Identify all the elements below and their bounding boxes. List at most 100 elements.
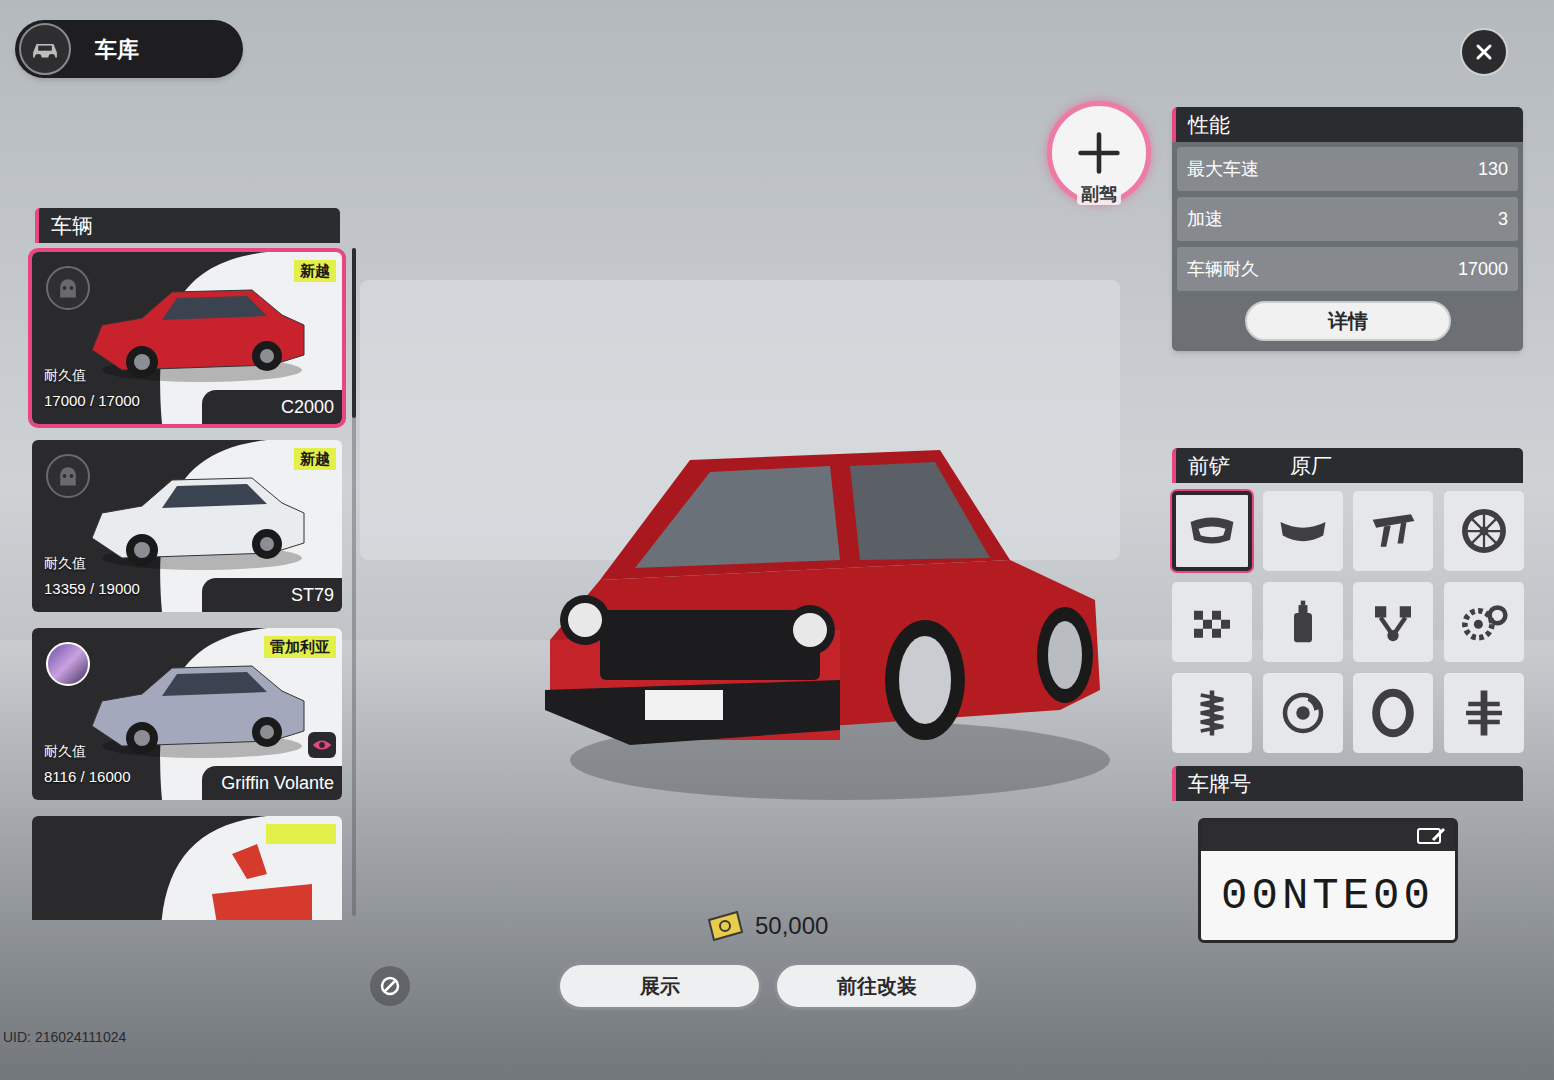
parts-title: 前铲 (1188, 450, 1230, 482)
vehicle-name-strip: Griffin Volante (202, 766, 342, 800)
vehicle-list-scrollbar[interactable] (352, 248, 356, 916)
part-slot[interactable] (1444, 491, 1524, 571)
stat-row: 最大车速 130 (1177, 147, 1518, 191)
vehicle-name-strip: ST79 (202, 578, 342, 612)
plate-top-strip (1201, 821, 1455, 851)
drivetrain-icon (1457, 686, 1511, 740)
vehicle-panel-header: 车辆 (35, 208, 340, 243)
vehicle-card[interactable] (32, 816, 342, 920)
part-slot[interactable] (1353, 582, 1433, 662)
performance-title: 性能 (1188, 109, 1230, 141)
paint-icon (1276, 595, 1330, 649)
plate-number-box: 00NTE00 (1201, 851, 1455, 940)
durability-label: 耐久值 (44, 553, 86, 574)
durability-value: 8116 / 16000 (44, 766, 130, 789)
owner-avatar (46, 642, 90, 686)
vehicle-card[interactable]: 雷加利亚耐久值 8116 / 16000 Griffin Volante (32, 628, 342, 800)
garage-screen: 车库车辆新越耐久值17000 / 17000C2000新越耐久值13359 / … (0, 0, 1554, 1080)
edit-icon (1417, 826, 1447, 846)
durability-label: 耐久值 (44, 365, 86, 386)
plate-panel: 车牌号 00NTE00 (1172, 766, 1523, 943)
plate-title: 车牌号 (1188, 768, 1251, 800)
parts-value: 原厂 (1290, 450, 1332, 482)
front-bumper-icon (1185, 504, 1239, 558)
garage-title: 车库 (95, 33, 139, 66)
durability-label: 耐久值 (44, 741, 86, 762)
stat-label: 最大车速 (1187, 156, 1259, 183)
stat-value: 130 (1478, 156, 1508, 183)
vehicle-tag (266, 824, 336, 844)
vehicle-panel: 车辆新越耐久值17000 / 17000C2000新越耐久值13359 / 19… (28, 208, 360, 920)
eye-icon (308, 732, 336, 758)
details-button[interactable]: 详情 (1245, 301, 1451, 341)
close-icon[interactable] (1460, 28, 1508, 76)
currency-amount: 50,000 (755, 908, 828, 944)
part-slot[interactable] (1172, 582, 1252, 662)
stat-label: 车辆耐久 (1187, 256, 1259, 283)
part-slot[interactable] (1172, 673, 1252, 753)
part-slot[interactable] (1444, 582, 1524, 662)
co-driver-label: 副驾 (1077, 183, 1121, 205)
part-slot[interactable] (1353, 491, 1433, 571)
vehicle-name: Griffin Volante (221, 770, 334, 797)
performance-body: 最大车速 130 加速3 车辆耐久 17000 详情 (1172, 142, 1523, 351)
parts-header: 前铲 原厂 (1172, 448, 1523, 483)
tire-icon (1366, 686, 1420, 740)
durability-value: 17000 / 17000 (44, 390, 140, 413)
vehicle-thumbnail (82, 270, 312, 390)
owner-avatar (46, 266, 90, 310)
part-slot[interactable] (1353, 673, 1433, 753)
rear-bumper-icon (1276, 504, 1330, 558)
transmission-icon (1457, 595, 1511, 649)
vehicle-thumbnail (82, 646, 312, 766)
part-slot[interactable] (1263, 582, 1343, 662)
vehicle-name: C2000 (281, 394, 334, 421)
parts-panel: 前铲 原厂 (1172, 448, 1523, 753)
stat-label: 加速 (1187, 206, 1223, 233)
part-slot[interactable] (1444, 673, 1524, 753)
parts-grid (1172, 491, 1523, 753)
stat-row: 加速3 (1177, 197, 1518, 241)
plate-header: 车牌号 (1172, 766, 1523, 801)
license-plate[interactable]: 00NTE00 (1198, 818, 1458, 943)
performance-panel: 性能最大车速 130 加速3 车辆耐久 17000 详情 (1172, 107, 1523, 351)
action-button[interactable]: 展示 (557, 962, 762, 1010)
vehicle-card[interactable]: 新越耐久值 17000 / 17000 C2000 (32, 252, 342, 424)
livery-icon (1185, 595, 1239, 649)
brake-icon (1276, 686, 1330, 740)
right-column: 性能最大车速 130 加速3 车辆耐久 17000 详情前铲 原厂车牌号 00NTE00 (1172, 107, 1523, 943)
vehicle-list-wrap: 新越耐久值17000 / 17000C2000新越耐久值13359 / 1900… (28, 248, 360, 920)
part-slot[interactable] (1263, 491, 1343, 571)
stat-row: 车辆耐久 17000 (1177, 247, 1518, 291)
vehicle-card[interactable]: 新越耐久值13359 / 19000ST79 (32, 440, 342, 612)
scrollbar-thumb[interactable] (352, 248, 356, 418)
vehicle-panel-title: 车辆 (51, 210, 93, 242)
vehicle-tag: 新越 (294, 260, 336, 282)
engine-icon (1366, 595, 1420, 649)
owner-avatar (46, 454, 90, 498)
performance-header: 性能 (1172, 107, 1523, 142)
car-render[interactable] (540, 440, 1110, 860)
part-slot[interactable] (1172, 491, 1252, 571)
plate-number: 00NTE00 (1221, 874, 1434, 918)
garage-title-bar: 车库 (15, 20, 243, 78)
vehicle-tag: 雷加利亚 (264, 636, 336, 658)
coupon-icon (705, 910, 745, 942)
vehicle-thumbnail (82, 834, 312, 920)
co-driver-button[interactable]: 副驾 (1046, 101, 1152, 213)
action-buttons: 展示前往改装 (557, 962, 979, 1010)
currency-display: 50,000 (705, 908, 828, 944)
part-slot[interactable] (1263, 673, 1343, 753)
vehicle-thumbnail (82, 458, 312, 578)
spoiler-icon (1366, 504, 1420, 558)
vehicle-list[interactable]: 新越耐久值17000 / 17000C2000新越耐久值13359 / 1900… (28, 248, 346, 920)
vehicle-name: ST79 (291, 582, 334, 609)
action-button[interactable]: 前往改装 (774, 962, 979, 1010)
vehicle-tag: 新越 (294, 448, 336, 470)
vehicle-name-strip: C2000 (202, 390, 342, 424)
hide-ui-icon[interactable] (370, 966, 410, 1006)
suspension-icon (1185, 686, 1239, 740)
garage-icon (19, 23, 71, 75)
wheel-icon (1457, 504, 1511, 558)
stat-value: 17000 (1458, 256, 1508, 283)
